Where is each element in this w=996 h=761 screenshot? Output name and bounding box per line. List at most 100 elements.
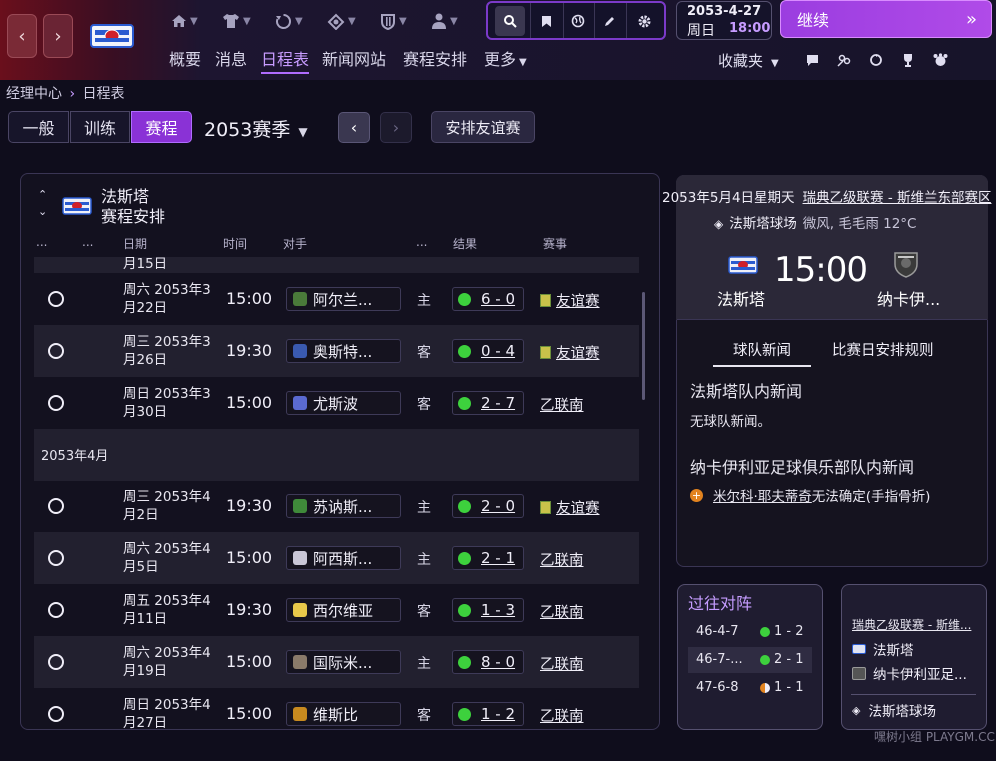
result-button[interactable]: 6 - 0: [452, 287, 524, 311]
card-away-team[interactable]: 纳卡伊利亚足...: [852, 663, 967, 683]
result-button[interactable]: 0 - 4: [452, 339, 524, 363]
nav-overview[interactable]: 概要: [169, 46, 201, 70]
result-button[interactable]: 2 - 7: [452, 391, 524, 415]
table-row[interactable]: 周三 2053年4月2日 19:30 苏讷斯... 主 2 - 0 友谊赛: [34, 480, 639, 532]
arrange-friendly-button[interactable]: 安排友谊赛: [431, 111, 535, 143]
season-prev-button[interactable]: ‹: [338, 112, 370, 143]
competition-link[interactable]: 友谊赛: [540, 497, 600, 518]
season-next-button[interactable]: ›: [380, 112, 412, 143]
edit-button[interactable]: [594, 6, 624, 36]
competition-link[interactable]: 友谊赛: [540, 290, 600, 311]
column-header-opponent[interactable]: 对手: [283, 235, 307, 252]
breadcrumb-parent[interactable]: 经理中心: [6, 86, 62, 102]
competition-link[interactable]: 乙联南: [540, 394, 584, 415]
away-team-name[interactable]: 纳卡伊...: [877, 286, 940, 310]
transfers-menu[interactable]: ▼: [275, 10, 303, 32]
opponent-button[interactable]: 维斯比: [286, 702, 401, 726]
head-to-head-title[interactable]: 过往对阵: [688, 590, 752, 614]
people-button[interactable]: [836, 52, 852, 68]
sync-button[interactable]: [868, 52, 884, 68]
game-date[interactable]: 2053-4-27 周日 18:00: [676, 1, 772, 40]
result-button[interactable]: 1 - 3: [452, 598, 524, 622]
column-header-status[interactable]: ...: [36, 235, 47, 249]
club-menu[interactable]: ▼: [380, 10, 407, 32]
tactics-menu[interactable]: ▼: [327, 10, 356, 32]
injured-player-link[interactable]: 米尔科·耶夫蒂奇: [713, 485, 812, 505]
opponent-button[interactable]: 国际米...: [286, 650, 401, 674]
settings-button[interactable]: [629, 6, 659, 36]
nav-more[interactable]: 更多 ▼: [484, 46, 527, 70]
select-radio[interactable]: [48, 654, 64, 670]
search-button[interactable]: [495, 6, 525, 36]
column-header-competition[interactable]: 赛事: [543, 235, 567, 252]
bookmark-button[interactable]: [531, 6, 561, 36]
list-item[interactable]: 46-4-7 1 - 2: [688, 619, 812, 645]
fans-button[interactable]: [932, 52, 948, 68]
column-header-date[interactable]: 日期: [123, 235, 147, 252]
opponent-button[interactable]: 奥斯特...: [286, 339, 401, 363]
trophy-button[interactable]: [900, 52, 916, 68]
result-button[interactable]: 2 - 0: [452, 494, 524, 518]
select-radio[interactable]: [48, 395, 64, 411]
home-team-name[interactable]: 法斯塔: [717, 286, 765, 310]
club-logo[interactable]: [90, 22, 134, 50]
match-competition-link[interactable]: 瑞典乙级联赛 - 斯维兰东部赛区: [803, 190, 992, 206]
globe-button[interactable]: [563, 6, 593, 36]
continue-button[interactable]: 继续 »: [780, 0, 992, 38]
opponent-button[interactable]: 阿尔兰...: [286, 287, 401, 311]
chat-button[interactable]: [804, 52, 820, 68]
favorites-menu[interactable]: 收藏夹 ▼: [718, 50, 779, 71]
select-radio[interactable]: [48, 550, 64, 566]
list-item[interactable]: 47-6-8 1 - 1: [688, 675, 812, 701]
tab-fixtures[interactable]: 赛程: [131, 111, 192, 143]
squad-menu[interactable]: ▼: [222, 10, 251, 32]
nav-fixtures[interactable]: 赛程安排: [403, 46, 467, 70]
list-item[interactable]: 46-7-... 2 - 1: [688, 647, 812, 673]
select-radio[interactable]: [48, 343, 64, 359]
table-row[interactable]: 周六 2053年4月19日 15:00 国际米... 主 8 - 0 乙联南: [34, 636, 639, 688]
tab-team-news[interactable]: 球队新闻: [733, 339, 791, 360]
back-button[interactable]: ‹: [7, 14, 37, 58]
home-menu[interactable]: ▼: [171, 10, 198, 32]
competition-link[interactable]: 乙联南: [540, 549, 584, 570]
staff-menu[interactable]: ▼: [431, 10, 458, 32]
table-row[interactable]: 周六 2053年3月22日 15:00 阿尔兰... 主 6 - 0 友谊赛: [34, 273, 639, 325]
schedule-scrollbar[interactable]: [642, 292, 645, 400]
competition-link[interactable]: 乙联南: [540, 705, 584, 726]
collapse-toggle[interactable]: ⌃ ⌄: [38, 186, 47, 220]
opponent-button[interactable]: 阿西斯...: [286, 546, 401, 570]
nav-schedule[interactable]: 日程表: [261, 46, 310, 74]
select-radio[interactable]: [48, 602, 64, 618]
table-row[interactable]: 周五 2053年4月11日 19:30 西尔维亚 客 1 - 3 乙联南: [34, 584, 639, 636]
season-select[interactable]: 2053赛季 ▼: [204, 115, 308, 142]
column-header-result[interactable]: 结果: [453, 235, 477, 252]
column-header-venue[interactable]: ...: [416, 235, 427, 249]
tab-general[interactable]: 一般: [8, 111, 69, 143]
select-radio[interactable]: [48, 706, 64, 722]
column-header-extra[interactable]: ...: [82, 235, 93, 249]
table-row[interactable]: 周三 2053年3月26日 19:30 奥斯特... 客 0 - 4 友谊赛: [34, 325, 639, 377]
select-radio[interactable]: [48, 291, 64, 307]
opponent-button[interactable]: 西尔维亚: [286, 598, 401, 622]
column-header-time[interactable]: 时间: [223, 235, 247, 252]
nav-messages[interactable]: 消息: [215, 46, 247, 70]
result-button[interactable]: 8 - 0: [452, 650, 524, 674]
card-competition-link[interactable]: 瑞典乙级联赛 - 斯维...: [852, 616, 971, 633]
select-radio[interactable]: [48, 498, 64, 514]
opponent-button[interactable]: 尤斯波: [286, 391, 401, 415]
tab-training[interactable]: 训练: [70, 111, 130, 143]
card-home-team[interactable]: 法斯塔: [852, 639, 914, 659]
tab-matchday-rules[interactable]: 比赛日安排规则: [832, 339, 934, 360]
table-row[interactable]: 周日 2053年3月30日 15:00 尤斯波 客 2 - 7 乙联南: [34, 377, 639, 429]
table-row[interactable]: 周日 2053年4月27日 15:00 维斯比 客 1 - 2 乙联南: [34, 688, 639, 730]
card-stadium[interactable]: ◈ 法斯塔球场: [852, 700, 936, 721]
table-row[interactable]: 月15日: [34, 257, 639, 273]
forward-button[interactable]: ›: [43, 14, 73, 58]
competition-link[interactable]: 乙联南: [540, 601, 584, 622]
competition-link[interactable]: 友谊赛: [540, 342, 600, 363]
match-stadium[interactable]: 法斯塔球场: [729, 216, 797, 232]
opponent-button[interactable]: 苏讷斯...: [286, 494, 401, 518]
nav-news-site[interactable]: 新闻网站: [322, 46, 386, 70]
result-button[interactable]: 1 - 2: [452, 702, 524, 726]
table-row[interactable]: 周六 2053年4月5日 15:00 阿西斯... 主 2 - 1 乙联南: [34, 532, 639, 584]
